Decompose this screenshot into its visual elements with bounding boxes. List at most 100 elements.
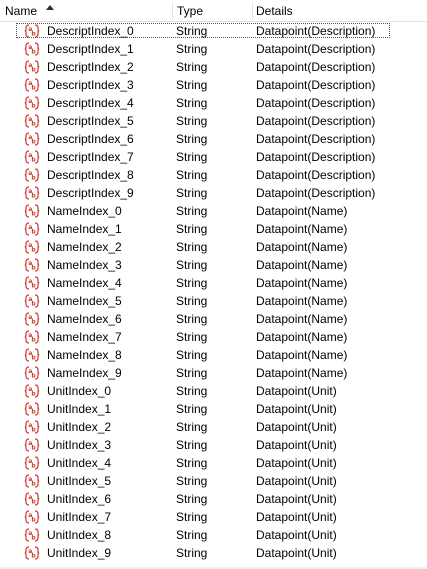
svg-text:b: b [31, 517, 36, 524]
list-item[interactable]: a b UnitIndex_0 String Datapoint(Unit) [0, 382, 427, 400]
variable-type: String [176, 384, 208, 398]
variable-name: DescriptIndex_4 [47, 96, 134, 110]
string-variable-icon: ab [24, 419, 40, 435]
variable-type: String [176, 96, 208, 110]
list-item[interactable]: a b DescriptIndex_7 String Datapoint(Descrip… [0, 148, 427, 166]
list-item[interactable]: a b NameIndex_9 String Datapoint(Name) [0, 364, 427, 382]
variable-details: Datapoint(Unit) [256, 402, 337, 416]
svg-text:b: b [31, 355, 36, 362]
variable-details: Datapoint(Description) [256, 114, 376, 128]
list-item[interactable]: a b NameIndex_0 String Datapoint(Name) [0, 202, 427, 220]
list-item[interactable]: a b DescriptIndex_8 String Datapoint(Descrip… [0, 166, 427, 184]
list-item[interactable]: a b NameIndex_2 String Datapoint(Name) [0, 238, 427, 256]
variable-type: String [176, 24, 208, 38]
variable-details: Datapoint(Name) [256, 204, 348, 218]
string-variable-icon: ab [24, 95, 40, 111]
variable-details: Datapoint(Name) [256, 366, 348, 380]
string-variable-icon: ab [24, 437, 40, 453]
variable-type: String [176, 294, 208, 308]
variable-type: String [176, 456, 208, 470]
variable-type: String [176, 258, 208, 272]
list-item[interactable]: a b DescriptIndex_3 String Datapoint(Descrip… [0, 76, 427, 94]
column-header-type[interactable]: Type [172, 0, 252, 21]
svg-text:b: b [31, 121, 36, 128]
list-item[interactable]: a b NameIndex_7 String Datapoint(Name) [0, 328, 427, 346]
list-item[interactable]: a b NameIndex_4 String Datapoint(Name) [0, 274, 427, 292]
sort-ascending-icon [46, 5, 54, 10]
list-item[interactable]: a b DescriptIndex_5 String Datapoint(Descrip… [0, 112, 427, 130]
string-variable-icon: ab [24, 347, 40, 363]
string-variable-icon: ab [24, 77, 40, 93]
string-variable-icon: ab [24, 203, 40, 219]
variable-details: Datapoint(Unit) [256, 420, 337, 434]
svg-text:b: b [31, 265, 36, 272]
list-item[interactable]: a b NameIndex_6 String Datapoint(Name) [0, 310, 427, 328]
variable-type: String [176, 492, 208, 506]
list-item[interactable]: a b NameIndex_3 String Datapoint(Name) [0, 256, 427, 274]
list-item[interactable]: a b DescriptIndex_9 String Datapoint(Descrip… [0, 184, 427, 202]
list-item[interactable]: a b UnitIndex_2 String Datapoint(Unit) [0, 418, 427, 436]
variable-details: Datapoint(Description) [256, 96, 376, 110]
svg-text:b: b [31, 85, 36, 92]
string-variable-icon: ab [24, 455, 40, 471]
list-item[interactable]: a b NameIndex_5 String Datapoint(Name) [0, 292, 427, 310]
variable-type: String [176, 222, 208, 236]
svg-text:b: b [31, 445, 36, 452]
column-header-name[interactable]: Name [0, 0, 172, 21]
variable-details: Datapoint(Name) [256, 222, 348, 236]
list-item[interactable]: a b UnitIndex_4 String Datapoint(Unit) [0, 454, 427, 472]
string-variable-icon: ab [24, 113, 40, 129]
list-item[interactable]: a b DescriptIndex_4 String Datapoint(Descrip… [0, 94, 427, 112]
list-item[interactable]: a b DescriptIndex_2 String Datapoint(Descrip… [0, 58, 427, 76]
string-variable-icon: ab [24, 221, 40, 237]
variable-type: String [176, 132, 208, 146]
list-item[interactable]: a b UnitIndex_8 String Datapoint(Unit) [0, 526, 427, 544]
variable-name: DescriptIndex_1 [47, 42, 134, 56]
variable-details: Datapoint(Unit) [256, 438, 337, 452]
variable-name: NameIndex_8 [47, 348, 122, 362]
svg-text:b: b [31, 157, 36, 164]
variable-type: String [176, 510, 208, 524]
svg-text:b: b [31, 553, 36, 560]
variable-name: DescriptIndex_7 [47, 150, 134, 164]
variable-type: String [176, 438, 208, 452]
svg-text:b: b [31, 391, 36, 398]
list-item[interactable]: a b DescriptIndex_1 String Datapoint(Descrip… [0, 40, 427, 58]
list-item[interactable]: a b UnitIndex_5 String Datapoint(Unit) [0, 472, 427, 490]
string-variable-icon: ab [24, 257, 40, 273]
variable-type: String [176, 78, 208, 92]
svg-text:b: b [31, 67, 36, 74]
variable-name: UnitIndex_9 [47, 546, 112, 560]
list-item[interactable]: a b UnitIndex_6 String Datapoint(Unit) [0, 490, 427, 508]
string-variable-icon: ab [24, 383, 40, 399]
list-item[interactable]: a b DescriptIndex_6 String Datapoint(Descrip… [0, 130, 427, 148]
variable-details: Datapoint(Unit) [256, 528, 337, 542]
list-item[interactable]: a b UnitIndex_9 String Datapoint(Unit) [0, 544, 427, 562]
variable-details: Datapoint(Description) [256, 78, 376, 92]
list-item[interactable]: a b UnitIndex_3 String Datapoint(Unit) [0, 436, 427, 454]
svg-text:b: b [31, 319, 36, 326]
column-header: Name Type Details [0, 0, 427, 22]
variable-type: String [176, 186, 208, 200]
variable-name: DescriptIndex_8 [47, 168, 134, 182]
svg-text:b: b [31, 229, 36, 236]
string-variable-icon: ab [24, 131, 40, 147]
column-header-details[interactable]: Details [252, 0, 427, 21]
svg-text:b: b [31, 481, 36, 488]
variable-name: NameIndex_5 [47, 294, 122, 308]
variable-details: Datapoint(Name) [256, 258, 348, 272]
variable-details: Datapoint(Name) [256, 348, 348, 362]
list-item[interactable]: a b DescriptIndex_0 String Datapoint(Descrip… [0, 22, 427, 40]
variable-type: String [176, 276, 208, 290]
column-header-name-label: Name [5, 4, 38, 18]
svg-text:b: b [31, 373, 36, 380]
list-item[interactable]: a b NameIndex_8 String Datapoint(Name) [0, 346, 427, 364]
variable-details: Datapoint(Description) [256, 24, 376, 38]
string-variable-icon: ab [24, 491, 40, 507]
list-item[interactable]: a b UnitIndex_7 String Datapoint(Unit) [0, 508, 427, 526]
string-variable-icon: ab [24, 401, 40, 417]
variable-name: NameIndex_7 [47, 330, 122, 344]
list-item[interactable]: a b UnitIndex_1 String Datapoint(Unit) [0, 400, 427, 418]
list-item[interactable]: a b NameIndex_1 String Datapoint(Name) [0, 220, 427, 238]
svg-text:b: b [31, 139, 36, 146]
